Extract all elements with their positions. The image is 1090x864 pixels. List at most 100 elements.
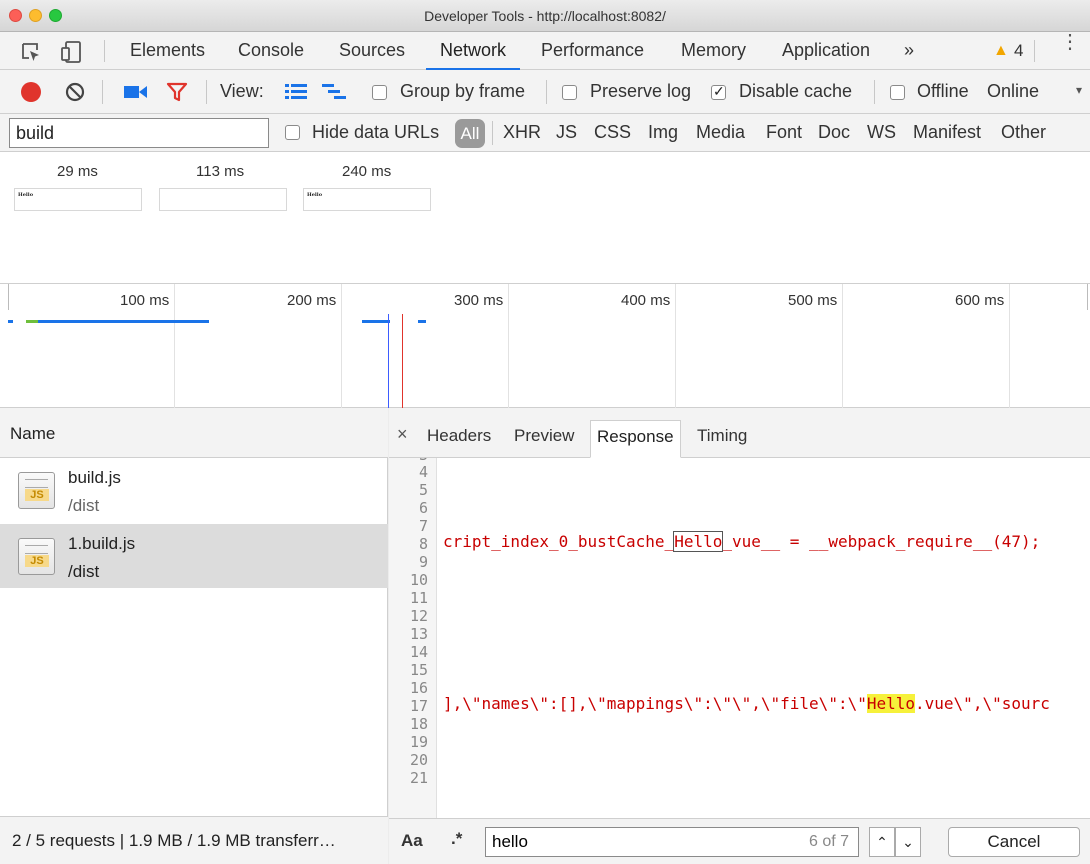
line-number: 15 [409,661,428,679]
chevron-down-icon[interactable]: ▾ [1076,83,1082,97]
waterfall-overview-icon[interactable] [322,83,346,101]
timeline-label: 300 ms [454,292,504,309]
preserve-log-label[interactable]: Preserve log [590,81,691,102]
preserve-log-checkbox[interactable] [562,85,577,100]
search-input[interactable] [485,827,859,857]
record-button[interactable] [21,82,41,102]
code-line-14: ],\"names\":[],\"mappings\":\"\",\"file\… [443,694,1050,713]
warning-count[interactable]: 4 [1014,41,1023,61]
more-tabs-button[interactable]: » [904,32,914,70]
response-code-view[interactable]: 3 4 5 6 7 8 9 10 11 12 13 14 15 16 17 18… [389,458,1090,818]
match-case-toggle[interactable]: Aa [401,831,423,851]
view-label: View: [220,81,264,101]
hide-data-urls-checkbox[interactable] [285,125,300,140]
regex-toggle[interactable]: .* [451,829,462,849]
filter-type-media[interactable]: Media [696,122,745,143]
filter-type-img[interactable]: Img [648,122,678,143]
timeline-label: 500 ms [788,292,838,309]
tab-console[interactable]: Console [238,32,304,70]
filter-type-xhr[interactable]: XHR [503,122,541,143]
offline-label[interactable]: Offline [917,81,969,102]
request-path: /dist [68,496,100,515]
frame-time: 29 ms [57,163,98,180]
screenshot-frame[interactable]: Hello [14,188,142,211]
request-path: /dist [68,562,100,581]
filter-type-css[interactable]: CSS [594,122,631,143]
request-bar [362,320,390,323]
minimize-window-button[interactable] [29,9,42,22]
screenshot-frame[interactable]: Hello [303,188,431,211]
name-column-header[interactable]: Name [0,408,388,458]
filter-type-font[interactable]: Font [766,122,802,143]
tab-response[interactable]: Response [590,420,681,458]
disable-cache-checkbox[interactable] [711,83,726,100]
js-file-icon: JS [18,472,55,509]
line-number: 21 [409,769,428,787]
filter-type-manifest[interactable]: Manifest [913,122,981,143]
tab-headers[interactable]: Headers [427,426,491,446]
search-match-count: 6 of 7 [809,833,850,850]
clear-icon[interactable] [65,82,85,102]
search-bar: Aa .* 6 of 7 ⌃ ⌄ Cancel [389,818,1090,864]
timeline-label: 400 ms [621,292,671,309]
timeline-label: 600 ms [955,292,1005,309]
device-toolbar-icon[interactable] [60,40,82,64]
timeline-label: 200 ms [287,292,337,309]
request-detail-panel: × Headers Preview Response Timing 3 4 5 … [389,408,1090,864]
timeline-overview[interactable]: 100 ms 200 ms 300 ms 400 ms 500 ms 600 m… [0,284,1090,408]
tab-network[interactable]: Network [426,32,521,70]
line-number: 7 [418,517,428,535]
hide-data-urls-label[interactable]: Hide data URLs [312,122,439,143]
request-row[interactable]: JS 1.build.js /dist [0,524,388,588]
request-bar [418,320,426,323]
filter-type-doc[interactable]: Doc [818,122,850,143]
disable-cache-label[interactable]: Disable cache [739,81,852,102]
close-window-button[interactable] [9,9,22,22]
close-detail-icon[interactable]: × [397,424,408,445]
filter-icon[interactable] [166,82,188,102]
filter-type-ws[interactable]: WS [867,122,896,143]
warning-icon[interactable]: ▲ [993,42,1009,60]
line-number: 13 [409,625,428,643]
inspect-element-icon[interactable] [20,41,42,63]
line-number: 18 [409,715,428,733]
line-number: 10 [409,571,428,589]
tab-preview[interactable]: Preview [514,426,574,446]
throttling-select[interactable]: Online [987,81,1039,102]
line-number: 12 [409,607,428,625]
filter-input[interactable] [9,118,269,148]
chevron-down-icon: ⌄ [902,834,914,850]
request-bar [26,320,38,323]
code-line-7: cript_index_0_bustCache_Hello_vue__ = __… [443,531,1041,552]
next-match-button[interactable]: ⌄ [895,827,921,857]
previous-match-button[interactable]: ⌃ [869,827,895,857]
filter-type-other[interactable]: Other [1001,122,1046,143]
line-number: 20 [409,751,428,769]
frame-time: 113 ms [196,163,245,180]
search-match: Hello [866,694,916,713]
tab-application[interactable]: Application [782,32,870,70]
tab-performance[interactable]: Performance [541,32,644,70]
group-by-frame-checkbox[interactable] [372,85,387,100]
zoom-window-button[interactable] [49,9,62,22]
offline-checkbox[interactable] [890,85,905,100]
tab-timing[interactable]: Timing [697,426,747,446]
request-row[interactable]: JS build.js /dist [0,458,388,522]
line-number: 14 [409,643,428,661]
screenshot-frame[interactable] [159,188,287,211]
frame-text: Hello [18,192,34,198]
tab-memory[interactable]: Memory [681,32,746,70]
js-file-icon: JS [18,538,55,575]
group-by-frame-label[interactable]: Group by frame [400,81,525,102]
screenshot-camera-icon[interactable] [124,85,148,99]
tab-sources[interactable]: Sources [339,32,405,70]
devtools-tabbar: Elements Console Sources Network Perform… [0,32,1090,70]
filter-type-all[interactable]: All [455,119,485,148]
filter-type-js[interactable]: JS [556,122,577,143]
screenshot-filmstrip: 29 ms 113 ms 240 ms Hello Hello [0,152,1090,284]
tab-elements[interactable]: Elements [130,32,205,70]
devtools-menu-icon[interactable]: ⋮ [1060,32,1080,52]
large-rows-icon[interactable] [285,83,307,101]
load-event-marker [402,314,403,408]
cancel-search-button[interactable]: Cancel [948,827,1080,857]
